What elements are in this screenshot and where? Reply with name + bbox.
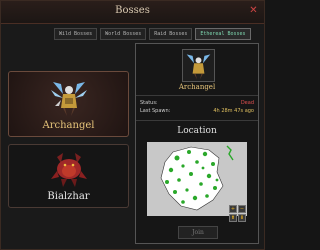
last-spawn-row: Last Spawn: 4h 28m 47s ago [140,108,254,114]
boss-detail-name: Archangel [178,83,216,91]
location-title: Location [177,126,217,136]
divider [136,95,258,96]
status-value: Dead [240,100,254,106]
boss-category-tabs: Wild Bosses World Bosses Raid Bosses Eth… [54,28,251,40]
archangel-portrait-icon [186,54,211,80]
tab-wild-bosses[interactable]: Wild Bosses [54,28,98,40]
boss-card-bialzhar[interactable]: Bialzhar [8,144,129,208]
last-spawn-value: 4h 28m 47s ago [213,108,254,114]
map-zoom-in-button[interactable]: + [229,205,237,213]
close-icon[interactable]: ✕ [248,5,259,16]
window-title: Bosses [115,5,150,16]
boss-portrait [182,49,215,82]
map-pan-up-button[interactable]: ⬆ [229,214,237,222]
boss-detail-panel: Archangel Status: Dead Last Spawn: 4h 28… [135,43,259,244]
tab-world-bosses[interactable]: World Bosses [100,28,147,40]
bialzhar-sprite-icon [51,153,87,187]
bosses-window: Bosses ✕ Wild Bosses World Bosses Raid B… [0,0,265,250]
archangel-sprite-icon [51,82,87,116]
status-row: Status: Dead [140,100,254,106]
boss-card-archangel[interactable]: Archangel [8,71,129,137]
map-pan-down-button[interactable]: ⬇ [238,214,246,222]
boss-card-name: Bialzhar [47,191,90,202]
status-label: Status: [140,100,158,106]
join-button[interactable]: Join [178,226,218,239]
tab-ethereal-bosses[interactable]: Ethereal Bosses [195,28,251,40]
title-bar: Bosses ✕ [1,1,264,24]
boss-card-name: Archangel [42,120,95,131]
tab-raid-bosses[interactable]: Raid Bosses [149,28,193,40]
last-spawn-label: Last Spawn: [140,108,171,114]
map-zoom-out-button[interactable]: − [238,205,246,213]
divider [136,120,258,121]
